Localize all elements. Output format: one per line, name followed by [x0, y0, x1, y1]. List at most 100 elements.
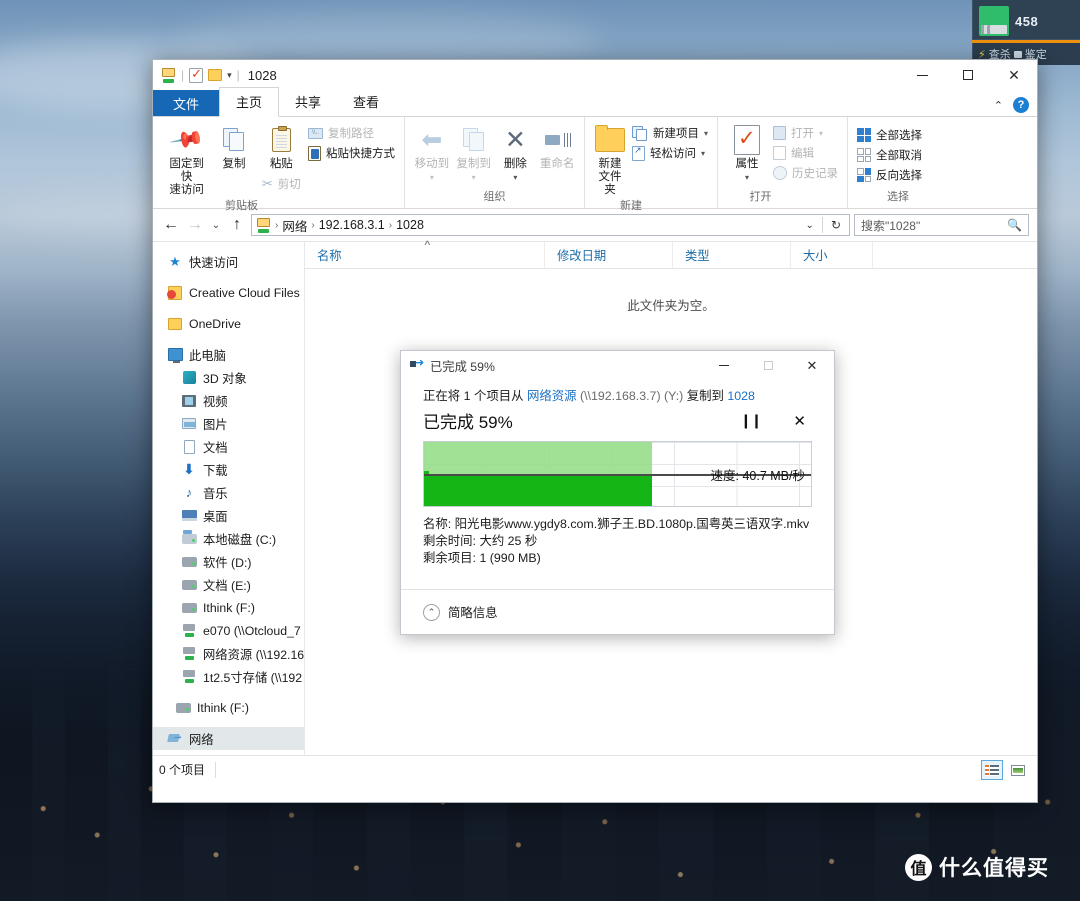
sidebar-item-pictures[interactable]: 图片 — [153, 412, 304, 435]
select-all-button[interactable]: 全部选择 — [857, 127, 922, 143]
delete-button[interactable]: ✕ 删除 ▾ — [498, 122, 534, 182]
edit-button[interactable]: 编辑 — [773, 145, 838, 161]
copy-button[interactable]: 复制 — [213, 122, 254, 171]
sidebar-item-onedrive[interactable]: OneDrive — [153, 312, 304, 335]
open-button[interactable]: 打开 ▾ — [773, 125, 838, 141]
creative-cloud-icon — [167, 285, 183, 301]
new-folder-icon[interactable] — [208, 69, 223, 81]
quick-access-toolbar[interactable]: | ▾ | — [161, 66, 240, 83]
chevron-down-icon[interactable]: ▾ — [745, 173, 749, 182]
column-header-size[interactable]: 大小 — [791, 242, 873, 268]
chevron-up-icon[interactable]: ⌃ — [994, 99, 1003, 112]
navigation-pane[interactable]: ★ 快速访问 Creative Cloud Files OneDrive 此电脑… — [153, 242, 305, 755]
recent-locations-button[interactable]: ⌄ — [209, 214, 223, 236]
tab-file[interactable]: 文件 — [153, 90, 220, 116]
pin-to-quick-access-button[interactable]: 📌 固定到快 速访问 — [166, 121, 207, 197]
sidebar-item-quick-access[interactable]: ★ 快速访问 — [153, 250, 304, 273]
chevron-down-icon[interactable]: ▾ — [472, 173, 476, 182]
sidebar-item-this-pc[interactable]: 此电脑 — [153, 343, 304, 366]
dialog-footer[interactable]: ⌃ 简略信息 — [401, 589, 834, 634]
sidebar-item-network-drive-e070[interactable]: e070 (\\Otcloud_7 — [153, 619, 304, 642]
column-header-type[interactable]: 类型 — [673, 242, 791, 268]
dialog-maximize-button[interactable] — [746, 351, 790, 380]
sidebar-item-creative-cloud[interactable]: Creative Cloud Files — [153, 281, 304, 304]
chevron-down-icon[interactable]: ⌄ — [802, 220, 818, 231]
help-icon[interactable]: ? — [1013, 97, 1029, 113]
new-item-button[interactable]: 新建项目 ▾ — [631, 125, 708, 141]
search-input[interactable]: 搜索"1028" 🔍 — [854, 214, 1029, 236]
maximize-button[interactable] — [945, 60, 991, 90]
chevron-down-icon[interactable]: ▾ — [701, 149, 705, 158]
tab-home[interactable]: 主页 — [219, 87, 280, 117]
copy-source-name[interactable]: 网络资源 — [527, 389, 577, 403]
history-button[interactable]: 历史记录 — [773, 165, 838, 181]
dialog-title-bar: 已完成 59% ✕ — [401, 351, 834, 380]
sidebar-item-music[interactable]: ♪ 音乐 — [153, 481, 304, 504]
column-header-name[interactable]: 名称 — [305, 238, 545, 268]
dialog-minimize-button[interactable] — [702, 351, 746, 380]
dialog-close-button[interactable]: ✕ — [790, 351, 834, 380]
sidebar-item-desktop[interactable]: 桌面 — [153, 504, 304, 527]
select-none-button[interactable]: 全部取消 — [857, 147, 922, 163]
chevron-down-icon[interactable]: ▾ — [704, 129, 708, 138]
chevron-down-icon[interactable]: ▾ — [513, 173, 517, 182]
chevron-down-icon[interactable]: ▾ — [819, 129, 823, 138]
cancel-icon[interactable]: ✕ — [793, 412, 806, 430]
sidebar-item-drive-f[interactable]: Ithink (F:) — [153, 596, 304, 619]
paste-button[interactable]: 粘贴 ✂ 剪切 — [261, 122, 302, 192]
3d-objects-icon — [181, 370, 197, 386]
close-button[interactable]: ✕ — [991, 60, 1037, 90]
breadcrumb-separator: › — [311, 219, 315, 231]
large-icons-view-button[interactable] — [1007, 760, 1029, 780]
downloads-icon: ⬇ — [183, 461, 195, 477]
tab-view[interactable]: 查看 — [337, 88, 395, 116]
invert-selection-button[interactable]: 反向选择 — [857, 167, 922, 183]
sidebar-item-3d-objects[interactable]: 3D 对象 — [153, 366, 304, 389]
paste-shortcut-button[interactable]: 粘贴快捷方式 — [307, 145, 395, 161]
back-button[interactable]: ← — [161, 214, 181, 236]
breadcrumb-item-network[interactable]: 网络 — [282, 216, 307, 235]
chevron-down-icon[interactable]: ▾ — [430, 173, 434, 182]
sidebar-item-videos[interactable]: 视频 — [153, 389, 304, 412]
tab-share[interactable]: 共享 — [279, 88, 337, 116]
refresh-icon[interactable]: ↻ — [827, 218, 845, 232]
sidebar-item-network[interactable]: 网络 — [153, 727, 304, 750]
properties-icon[interactable] — [189, 66, 204, 83]
copy-path-button[interactable]: \\.. 复制路径 — [307, 125, 395, 141]
forward-button[interactable]: → — [185, 214, 205, 236]
search-icon[interactable]: 🔍 — [1007, 218, 1022, 232]
breadcrumb[interactable]: › 网络 › 192.168.3.1 › 1028 ⌄ ↻ — [251, 214, 850, 236]
properties-button[interactable]: 属性 ▾ — [727, 122, 767, 182]
sidebar-item-downloads[interactable]: ⬇ 下载 — [153, 458, 304, 481]
less-info-label: 简略信息 — [448, 606, 498, 620]
chevron-up-circle-icon[interactable]: ⌃ — [423, 603, 440, 621]
copy-to-button[interactable]: 复制到 ▾ — [456, 122, 492, 182]
title-bar: | ▾ | 1028 ✕ — [153, 60, 1037, 90]
move-to-button[interactable]: ⬅ 移动到 ▾ — [414, 122, 450, 183]
copy-destination[interactable]: 1028 — [727, 389, 755, 403]
minimize-button[interactable] — [899, 60, 945, 90]
sidebar-item-network-drive-1t25[interactable]: 1t2.5寸存储 (\\192 — [153, 665, 304, 688]
search-text[interactable]: 搜索"1028" — [861, 217, 1003, 234]
network-pc-icon[interactable] — [161, 67, 176, 83]
sidebar-item-drive-d[interactable]: 软件 (D:) — [153, 550, 304, 573]
move-to-icon: ⬅ — [421, 126, 443, 154]
easy-access-button[interactable]: 轻松访问 ▾ — [631, 145, 708, 161]
pause-icon[interactable]: ❙❙ — [740, 412, 762, 429]
sidebar-item-drive-e[interactable]: 文档 (E:) — [153, 573, 304, 596]
breadcrumb-item-host[interactable]: 192.168.3.1 — [319, 218, 385, 232]
rename-button[interactable]: 重命名 — [539, 122, 575, 171]
details-view-button[interactable] — [981, 760, 1003, 780]
new-folder-button[interactable]: 新建 文件夹 — [594, 122, 626, 197]
cut-button[interactable]: ✂ 剪切 — [262, 176, 301, 192]
sidebar-item-ithink-f[interactable]: Ithink (F:) — [153, 696, 304, 719]
column-header-date-modified[interactable]: 修改日期 — [545, 242, 673, 268]
breadcrumb-item-share[interactable]: 1028 — [396, 218, 424, 232]
chevron-down-icon[interactable]: ▾ — [227, 70, 232, 81]
sidebar-item-documents[interactable]: 文档 — [153, 435, 304, 458]
security-widget[interactable]: 458 — [972, 0, 1080, 40]
up-button[interactable]: ↑ — [227, 214, 247, 236]
security-widget-count: 458 — [1015, 13, 1039, 29]
sidebar-item-network-drive-resource[interactable]: 网络资源 (\\192.16 — [153, 642, 304, 665]
sidebar-item-local-disk-c[interactable]: 本地磁盘 (C:) — [153, 527, 304, 550]
